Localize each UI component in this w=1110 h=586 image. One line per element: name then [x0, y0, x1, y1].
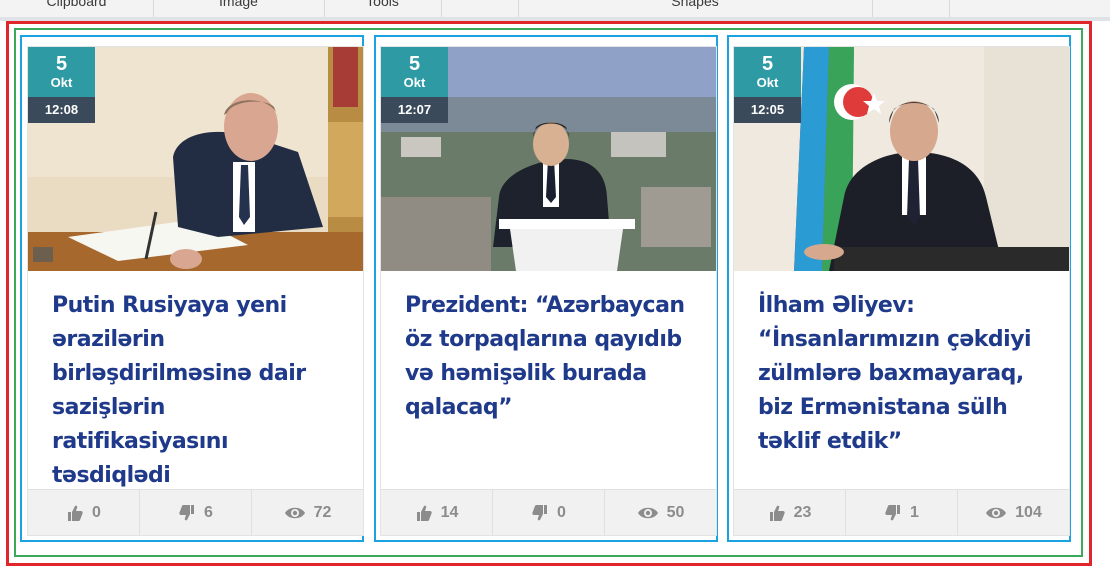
like-count: 23 — [793, 503, 812, 521]
views-counter: 104 — [958, 490, 1069, 535]
thumbs-up-icon — [66, 504, 84, 522]
dislike-count: 1 — [910, 503, 919, 521]
thumbs-up-icon — [415, 504, 433, 522]
date-day: 5 — [55, 53, 68, 75]
dislike-button[interactable]: 1 — [846, 490, 958, 535]
publish-time: 12:05 — [734, 97, 801, 123]
view-count: 104 — [1015, 503, 1042, 521]
stats-bar: 14 0 50 — [381, 489, 716, 535]
date-month: Okt — [756, 75, 779, 90]
publish-time: 12:07 — [381, 97, 448, 123]
eye-icon — [284, 506, 306, 520]
news-photo[interactable]: 5 Okt 12:08 — [28, 47, 363, 271]
date-day: 5 — [761, 53, 774, 75]
ribbon-group-shapes[interactable]: Shapes — [518, 0, 873, 17]
ribbon-group-size[interactable] — [872, 0, 950, 17]
views-counter: 50 — [605, 490, 716, 535]
views-counter: 72 — [252, 490, 363, 535]
dislike-count: 0 — [557, 503, 566, 521]
ribbon-group-image[interactable]: Image — [153, 0, 325, 17]
stats-bar: 23 1 104 — [734, 489, 1069, 535]
date-month: Okt — [50, 75, 73, 90]
news-card[interactable]: 5 Okt 12:07 Prezident: “Azərbaycan öz to… — [380, 46, 717, 536]
eye-icon — [985, 506, 1007, 520]
like-count: 14 — [440, 503, 459, 521]
dislike-count: 6 — [204, 503, 213, 521]
ribbon-toolbar: Clipboard Image Tools Shapes — [0, 0, 1110, 18]
news-title[interactable]: İlham Əliyev: “İnsanlarımızın çəkdiyi zü… — [758, 289, 1048, 459]
like-button[interactable]: 0 — [28, 490, 140, 535]
news-card[interactable]: 5 Okt 12:08 Putin Rusiyaya yeni ərazilər… — [27, 46, 364, 536]
dislike-button[interactable]: 6 — [140, 490, 252, 535]
news-card[interactable]: 5 Okt 12:05 İlham Əliyev: “İnsanlarımızı… — [733, 46, 1070, 536]
date-badge: 5 Okt 12:08 — [28, 47, 95, 123]
ribbon-group-clipboard[interactable]: Clipboard — [0, 0, 154, 17]
news-photo[interactable]: 5 Okt 12:07 — [381, 47, 716, 271]
like-button[interactable]: 14 — [381, 490, 493, 535]
ribbon-group-tools[interactable]: Tools — [324, 0, 442, 17]
dislike-button[interactable]: 0 — [493, 490, 605, 535]
stats-bar: 0 6 72 — [28, 489, 363, 535]
news-title[interactable]: Prezident: “Azərbaycan öz torpaqlarına q… — [405, 289, 695, 425]
news-title[interactable]: Putin Rusiyaya yeni ərazilərin birləşdir… — [52, 289, 342, 493]
publish-time: 12:08 — [28, 97, 95, 123]
view-count: 50 — [666, 503, 685, 521]
like-button[interactable]: 23 — [734, 490, 846, 535]
like-count: 0 — [92, 503, 101, 521]
thumbs-down-icon — [531, 504, 549, 522]
news-photo[interactable]: 5 Okt 12:05 — [734, 47, 1069, 271]
eye-icon — [637, 506, 659, 520]
ribbon-group-brushes[interactable] — [441, 0, 519, 17]
date-badge: 5 Okt 12:07 — [381, 47, 448, 123]
thumbs-down-icon — [178, 504, 196, 522]
date-badge: 5 Okt 12:05 — [734, 47, 801, 123]
view-count: 72 — [313, 503, 332, 521]
thumbs-down-icon — [884, 504, 902, 522]
thumbs-up-icon — [768, 504, 786, 522]
date-month: Okt — [403, 75, 426, 90]
date-day: 5 — [408, 53, 421, 75]
